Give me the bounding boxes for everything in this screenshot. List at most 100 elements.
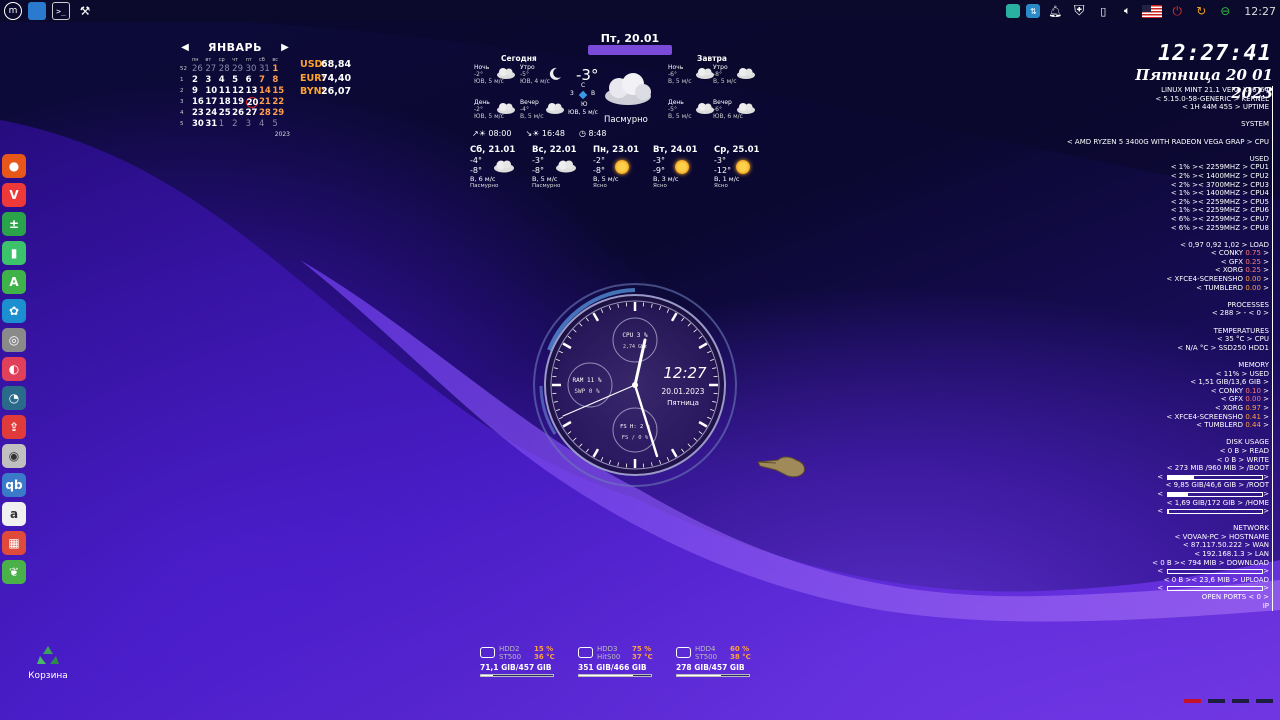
calendar-day[interactable]: 29: [272, 108, 285, 119]
disk-label: HDD3 HitS00: [597, 645, 621, 661]
calendar-day[interactable]: 17: [205, 97, 218, 108]
calendar-day[interactable]: 24: [205, 108, 218, 119]
files-icon[interactable]: [28, 2, 46, 20]
workspace-switcher-item[interactable]: [1256, 699, 1273, 703]
speedometer-icon[interactable]: ◔: [2, 386, 26, 410]
sysinfo-line: < GFX 0.00 >: [1220, 395, 1269, 404]
tools-icon[interactable]: ⚒: [76, 2, 94, 20]
calendar-day[interactable]: 27: [246, 108, 259, 119]
calendar-day[interactable]: 9: [192, 86, 205, 97]
battery-icon[interactable]: ▯: [1094, 2, 1112, 20]
currency-code: EUR:: [300, 72, 326, 84]
calendar-day[interactable]: 22: [272, 97, 285, 108]
disc-burner-icon[interactable]: ◉: [2, 444, 26, 468]
calendar-day[interactable]: 30: [246, 64, 259, 75]
sysinfo-line: < XFCE4-SCREENSHO 0.00 >: [1166, 275, 1269, 284]
microphone-icon[interactable]: ▮: [2, 241, 26, 265]
upload-icon[interactable]: ⇪: [2, 415, 26, 439]
disk-size: 278 GIB/457 GIB: [676, 663, 745, 672]
us-flag-icon[interactable]: [1142, 4, 1163, 18]
apps-grid-icon[interactable]: ▦: [2, 531, 26, 555]
calendar-day[interactable]: 30: [192, 119, 205, 130]
calendar-day[interactable]: 12: [232, 86, 245, 97]
shield-icon[interactable]: ⛨: [1070, 2, 1088, 20]
cherry-icon[interactable]: ❦: [2, 560, 26, 584]
next-month-icon[interactable]: ▶: [280, 42, 290, 53]
calendar-day[interactable]: 27: [205, 64, 218, 75]
workspace-switcher-item[interactable]: [1208, 699, 1225, 703]
workspace-switcher-item[interactable]: [1232, 699, 1249, 703]
calendar-day[interactable]: 28: [219, 64, 232, 75]
calendar-day[interactable]: 5: [272, 119, 285, 130]
usage-bar: < >: [1157, 507, 1269, 516]
compass-north: С: [581, 82, 586, 89]
sysinfo-line: < 0 B > WRITE: [1216, 455, 1269, 464]
calendar-day[interactable]: 18: [219, 97, 232, 108]
calendar-day[interactable]: 6: [246, 75, 259, 86]
sysinfo-line: < 0 B > READ: [1219, 446, 1269, 455]
trash-desktop-icon[interactable]: Корзина: [28, 643, 68, 681]
firefox-icon[interactable]: ●: [2, 154, 26, 178]
calendar-day[interactable]: 10: [205, 86, 218, 97]
volume-icon[interactable]: 🔈︎: [1118, 2, 1136, 20]
workspace-switcher-item[interactable]: [1184, 699, 1201, 703]
bell-icon[interactable]: 🔔︎: [1046, 2, 1064, 20]
qbittorrent-icon[interactable]: qb: [2, 473, 26, 497]
calendar-day[interactable]: 23: [192, 108, 205, 119]
prev-month-icon[interactable]: ◀: [180, 42, 190, 53]
disk-settings-icon[interactable]: ◎: [2, 328, 26, 352]
mint-menu-icon[interactable]: m: [4, 2, 22, 20]
calendar-day[interactable]: 31: [205, 119, 218, 130]
calendar-day[interactable]: 5: [232, 75, 245, 86]
calendar-day[interactable]: 1: [272, 64, 285, 75]
usage-bar: < >: [1157, 489, 1269, 498]
sun-icon: [675, 160, 689, 174]
calendar-day[interactable]: 11: [219, 86, 232, 97]
calendar-day[interactable]: 13: [246, 86, 259, 97]
calendar-day[interactable]: 16: [192, 97, 205, 108]
update-icon[interactable]: ⊖: [1216, 2, 1234, 20]
calendar-day[interactable]: 15: [272, 86, 285, 97]
audacious-icon[interactable]: a: [2, 502, 26, 526]
appimage-icon[interactable]: A: [2, 270, 26, 294]
sysinfo-line: [1040, 292, 1273, 301]
forecast-title: Ср, 25.01: [714, 145, 760, 155]
dock-glyph: ▦: [8, 536, 20, 550]
forecast-desc: Пасмурно: [470, 183, 499, 189]
refresh-icon[interactable]: ↻: [1192, 2, 1210, 20]
calendar-day[interactable]: 26: [192, 64, 205, 75]
fs-home-usage: FS H: 2 %: [620, 424, 650, 430]
power-icon[interactable]: ⏻: [1168, 2, 1186, 20]
calendar-day[interactable]: 1: [219, 119, 232, 130]
calendar-day[interactable]: 4: [259, 119, 272, 130]
hand-pointer-icon: [757, 456, 805, 478]
calendar-day[interactable]: 14: [259, 86, 272, 97]
forecast-day: Вт, 24.01 -3° -9° В, 3 м/с Ясно: [653, 145, 717, 190]
calendar-day[interactable]: 25: [219, 108, 232, 119]
calendar-day[interactable]: 2: [232, 119, 245, 130]
calendar-day[interactable]: 28: [259, 108, 272, 119]
calendar-today[interactable]: 20: [245, 97, 258, 108]
chart-app-icon[interactable]: ◐: [2, 357, 26, 381]
pinwheel-icon[interactable]: ✿: [2, 299, 26, 323]
calendar-day[interactable]: 3: [246, 119, 259, 130]
teal-app-icon[interactable]: [1006, 4, 1021, 18]
calendar-day[interactable]: 4: [219, 75, 232, 86]
forecast-day: Вс, 22.01 -3° -8° В, 5 м/с Пасмурно: [532, 145, 596, 190]
calculator-icon[interactable]: ±: [2, 212, 26, 236]
panel-clock[interactable]: 12:27: [1244, 5, 1276, 18]
calendar-day[interactable]: 7: [259, 75, 272, 86]
calendar-day[interactable]: 3: [205, 75, 218, 86]
network-icon[interactable]: ⇅: [1026, 4, 1041, 18]
calendar-day[interactable]: 19: [232, 97, 245, 108]
vivaldi-icon[interactable]: V: [2, 183, 26, 207]
calendar-day[interactable]: 8: [272, 75, 285, 86]
calendar-day[interactable]: 2: [192, 75, 205, 86]
currency-row: USD: 68,84: [300, 58, 351, 72]
small-cloud-icon: [497, 103, 515, 114]
calendar-day[interactable]: 21: [259, 97, 272, 108]
calendar-day[interactable]: 31: [259, 64, 272, 75]
calendar-day[interactable]: 29: [232, 64, 245, 75]
terminal-icon[interactable]: >_: [52, 2, 70, 20]
calendar-day[interactable]: 26: [232, 108, 245, 119]
